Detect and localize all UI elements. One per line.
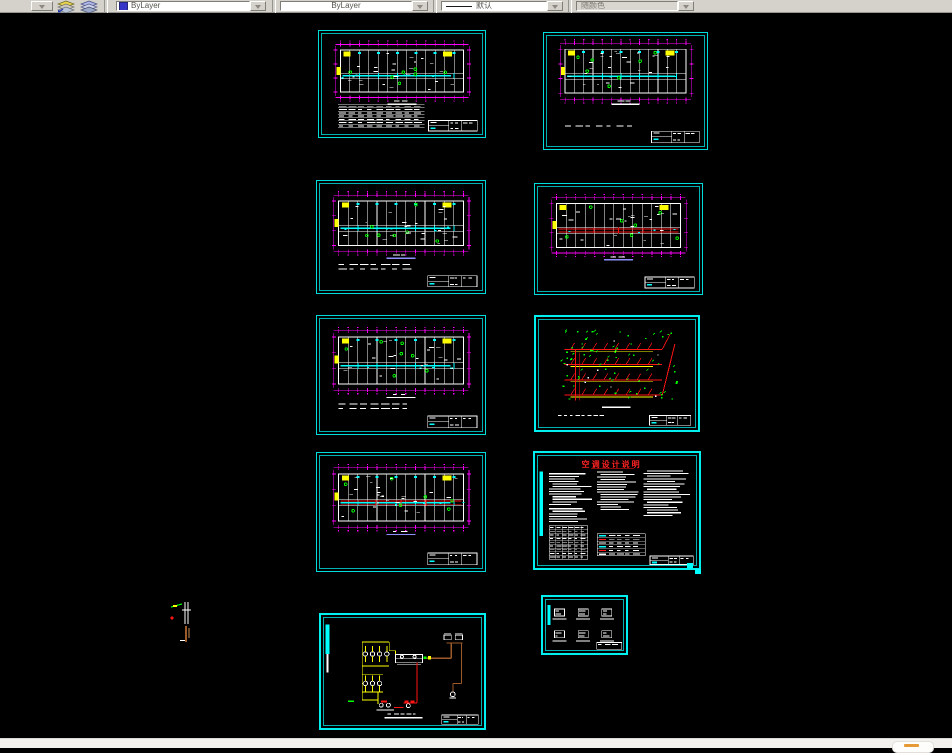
make-object-layer-current-icon[interactable] — [56, 0, 77, 14]
sheet-drawing — [170, 602, 191, 642]
sheet-drawing — [547, 605, 623, 650]
sheet-drawing — [331, 191, 478, 288]
lineweight-combo[interactable]: 默认 — [441, 1, 547, 11]
lineweight-combo-value: 默认 — [476, 1, 492, 10]
sheet-inner-frame — [546, 35, 705, 147]
sheet-inner-frame — [545, 599, 624, 651]
sheet-drawing — [325, 624, 479, 725]
color-combo-arrow[interactable] — [250, 1, 266, 11]
sheet-drawing — [333, 40, 478, 132]
layer-stack-yellow-icon — [57, 0, 75, 14]
plotstyle-combo: 随颜色 — [576, 1, 678, 11]
chevron-down-icon — [255, 4, 261, 12]
chevron-down-icon — [552, 4, 558, 12]
cyan-marks[interactable] — [686, 562, 704, 576]
linetype-combo[interactable]: ByLayer — [280, 1, 412, 11]
chevron-down-icon — [39, 4, 45, 12]
toolbar-separator — [104, 0, 108, 13]
tray-icon[interactable] — [892, 741, 934, 753]
layers-icon[interactable] — [79, 0, 100, 14]
cad-sheet-axon-6[interactable] — [534, 315, 700, 432]
sheet-inner-frame — [537, 186, 700, 292]
layer-combo-arrow[interactable] — [31, 1, 53, 11]
chevron-down-icon — [683, 4, 689, 12]
cad-sheet-details-10[interactable] — [541, 595, 628, 655]
sheet-drawing — [687, 563, 701, 574]
cad-sheet-schematic-9[interactable] — [319, 613, 486, 730]
linetype-combo-value: ByLayer — [331, 1, 361, 10]
cad-sheet-plan-1[interactable] — [318, 30, 486, 138]
svg-text:空调设计说明: 空调设计说明 — [582, 459, 642, 469]
sheet-drawing — [558, 329, 692, 426]
sheet-inner-frame — [319, 455, 483, 569]
lineweight-combo-arrow[interactable] — [547, 1, 563, 11]
sheet-drawing — [331, 463, 478, 566]
sheet-drawing — [558, 39, 700, 144]
sheet-inner-frame: 空调设计说明 — [537, 455, 697, 566]
sheet-drawing: 空调设计说明 — [539, 459, 694, 566]
sheet-drawing — [331, 326, 478, 429]
linetype-combo-arrow[interactable] — [412, 1, 428, 11]
toolbar-separator — [568, 0, 572, 13]
status-bar — [0, 738, 952, 753]
cad-sheet-plan-3[interactable] — [316, 180, 486, 294]
layer-stack-blue-icon — [80, 0, 98, 14]
cad-sheet-spec-8[interactable]: 空调设计说明 — [533, 451, 701, 570]
color-swatch — [119, 2, 128, 10]
sheet-inner-frame — [321, 33, 483, 135]
plotstyle-combo-arrow — [678, 1, 694, 11]
cad-sheet-plan-4[interactable] — [534, 183, 703, 295]
orange-accent-icon — [904, 744, 919, 747]
sheet-inner-frame — [323, 617, 482, 726]
riser-fragment[interactable] — [165, 596, 201, 644]
sheet-drawing — [549, 193, 695, 289]
sheet-inner-frame — [538, 319, 696, 428]
cad-sheet-plan-5[interactable] — [316, 315, 486, 435]
color-combo-value: ByLayer — [131, 1, 161, 10]
color-combo[interactable]: ByLayer — [116, 1, 250, 11]
cad-sheet-plan-2[interactable] — [543, 32, 708, 150]
sheet-inner-frame — [319, 318, 483, 432]
lineweight-sample-line — [446, 5, 472, 7]
toolbar-separator — [272, 0, 276, 13]
toolbar-separator — [433, 0, 437, 13]
plotstyle-combo-value: 随颜色 — [581, 1, 605, 10]
model-space-canvas[interactable]: 空调设计说明 — [0, 14, 952, 738]
cad-sheet-plan-7[interactable] — [316, 452, 486, 572]
sheet-inner-frame — [319, 183, 483, 291]
chevron-down-icon — [417, 4, 423, 12]
object-properties-toolbar: ByLayer ByLayer 默认 随颜色 — [0, 0, 952, 14]
